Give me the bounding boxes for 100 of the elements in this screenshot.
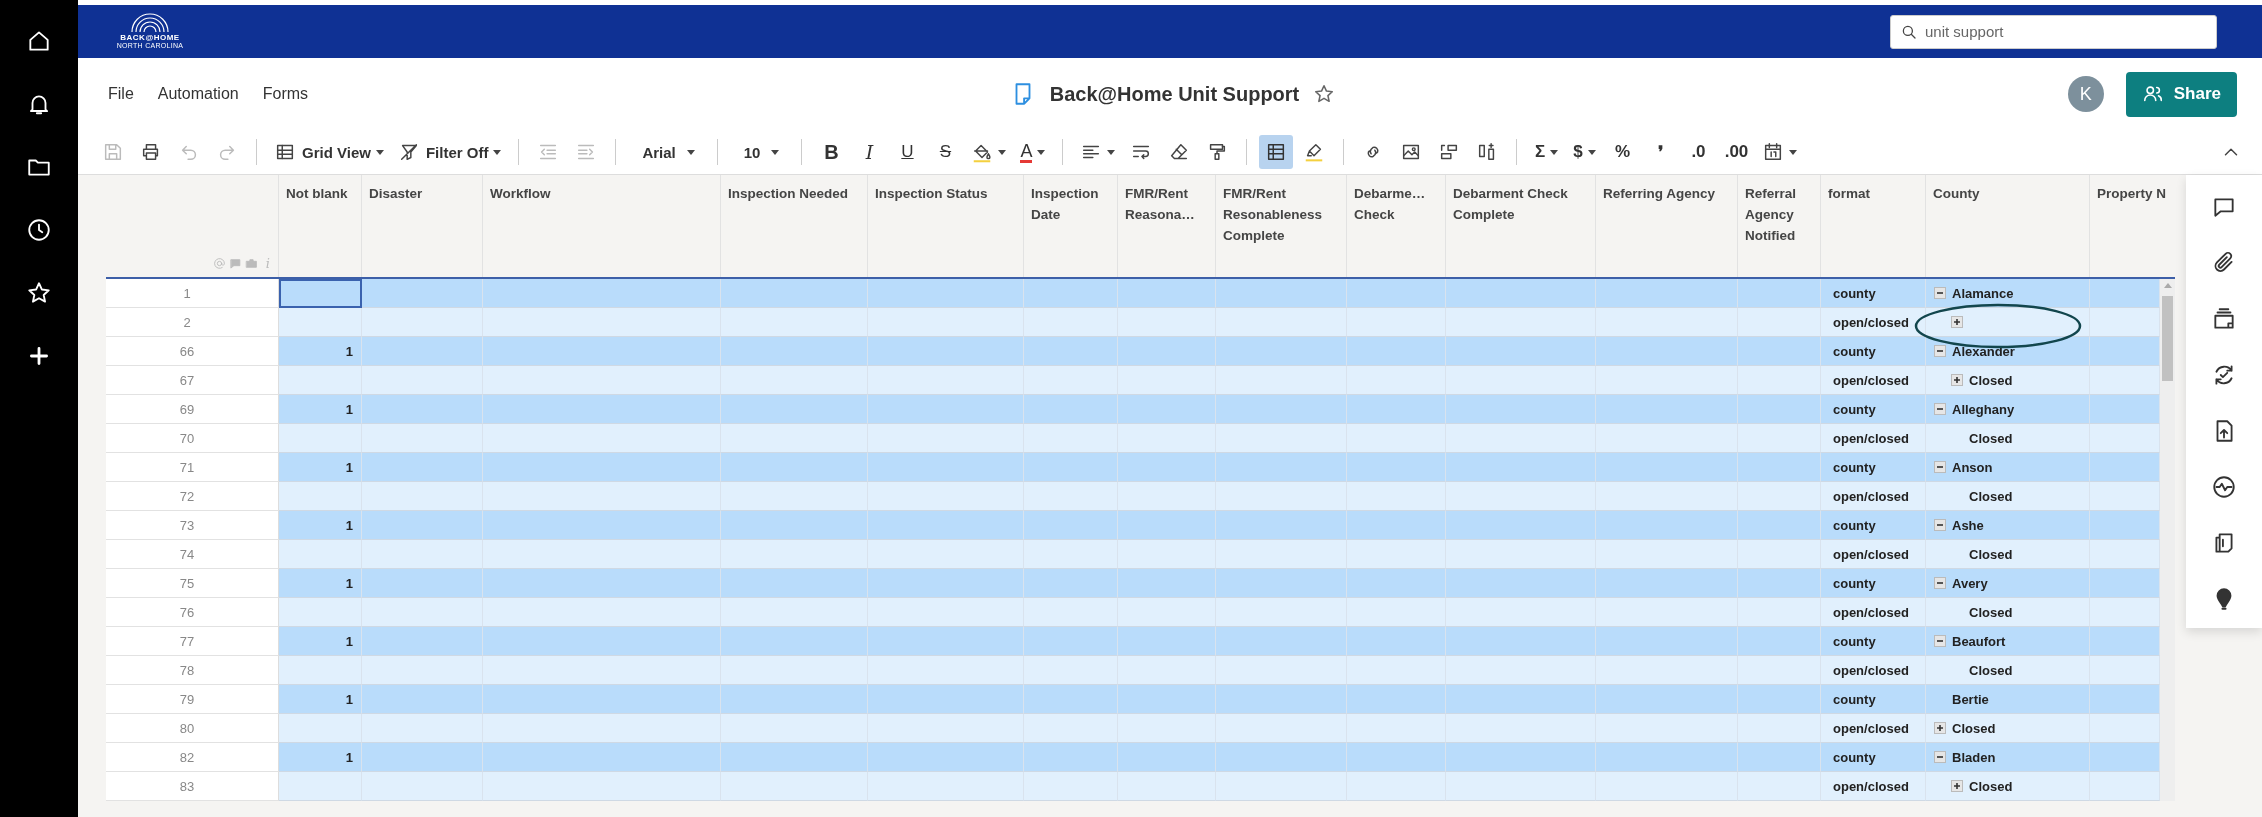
row-number[interactable]: 80 [179, 720, 195, 736]
font-dropdown[interactable]: Arial [628, 135, 705, 169]
table-cell[interactable]: open/closed [1821, 598, 1926, 627]
row-number[interactable]: 83 [179, 778, 195, 794]
row-number[interactable]: 73 [179, 517, 195, 533]
collapse-icon[interactable] [1934, 345, 1946, 357]
expand-icon[interactable] [1951, 780, 1963, 792]
collapse-icon[interactable] [1934, 519, 1946, 531]
column-header[interactable]: FMR/Rent Resonableness Complete [1223, 183, 1339, 246]
scrollbar[interactable] [2160, 279, 2175, 801]
function-dropdown[interactable]: $ [1567, 135, 1602, 169]
table-cell[interactable]: 1 [279, 395, 362, 424]
column-header[interactable]: FMR/Rent Reasona… [1125, 183, 1208, 225]
table-cell[interactable]: 1 [279, 743, 362, 772]
text-color-dropdown[interactable]: A [1015, 135, 1051, 169]
menu-item[interactable]: Automation [157, 85, 239, 103]
table-cell[interactable]: Closed [1926, 482, 2090, 511]
row-number[interactable]: 75 [179, 575, 195, 591]
table-cell[interactable]: county [1821, 337, 1926, 366]
table-cell[interactable]: Closed [1926, 540, 2090, 569]
table-cell[interactable]: county [1821, 743, 1926, 772]
table-cell[interactable]: open/closed [1821, 540, 1926, 569]
row-number[interactable]: 76 [179, 604, 195, 620]
row-number[interactable]: 77 [179, 633, 195, 649]
row-number[interactable]: 70 [179, 430, 195, 446]
collapse-icon[interactable] [1934, 287, 1946, 299]
underline-button[interactable]: U [890, 135, 925, 169]
expand-icon[interactable] [1934, 722, 1946, 734]
row-number[interactable]: 78 [179, 662, 195, 678]
table-cell[interactable]: Closed [1926, 772, 2090, 801]
menu-item[interactable]: File [108, 85, 134, 103]
table-cell[interactable]: 1 [279, 337, 362, 366]
table-cell[interactable]: Alamance [1926, 279, 2090, 308]
comma-button[interactable]: ❜ [1643, 135, 1678, 169]
expand-icon[interactable] [1951, 374, 1963, 386]
table-cell[interactable]: Closed [1926, 424, 2090, 453]
table-cell[interactable]: 1 [279, 511, 362, 540]
grid-view-dropdown[interactable]: Grid View [269, 135, 389, 169]
collapse-icon[interactable] [1934, 461, 1946, 473]
expand-icon[interactable] [1951, 316, 1963, 328]
row-number[interactable]: 67 [179, 372, 195, 388]
row-number[interactable]: 72 [179, 488, 195, 504]
table-cell[interactable]: open/closed [1821, 366, 1926, 395]
bold-button[interactable]: B [814, 135, 849, 169]
search-field[interactable]: unit support [1890, 14, 2217, 49]
column-header[interactable]: Workflow [490, 183, 713, 204]
table-cell[interactable]: county [1821, 279, 1926, 308]
collapse-icon[interactable] [1934, 635, 1946, 647]
stack-icon[interactable] [2211, 306, 2237, 332]
table-cell[interactable]: open/closed [1821, 714, 1926, 743]
row-number[interactable]: 79 [179, 691, 195, 707]
percent-button[interactable]: % [1605, 135, 1640, 169]
column-header[interactable]: Not blank [286, 183, 354, 204]
table-cell[interactable] [279, 279, 362, 308]
table-cell[interactable]: Alleghany [1926, 395, 2090, 424]
strikethrough-button[interactable]: S [928, 135, 963, 169]
italic-button[interactable]: I [852, 135, 887, 169]
row-number[interactable]: 69 [179, 401, 195, 417]
function-dropdown[interactable]: Σ [1529, 135, 1564, 169]
table-cell[interactable]: Closed [1926, 714, 2090, 743]
row-number[interactable]: 66 [179, 343, 195, 359]
table-cell[interactable]: Closed [1926, 366, 2090, 395]
collapse-icon[interactable] [1934, 751, 1946, 763]
star-icon[interactable] [1313, 83, 1336, 105]
column-header[interactable]: format [1828, 183, 1918, 204]
table-cell[interactable]: county [1821, 569, 1926, 598]
table-cell[interactable]: Beaufort [1926, 627, 2090, 656]
row-number[interactable]: 1 [183, 285, 191, 301]
star-icon[interactable] [26, 280, 52, 306]
font-size-dropdown[interactable]: 10 [729, 135, 790, 169]
table-cell[interactable]: county [1821, 685, 1926, 714]
table-cell[interactable]: open/closed [1821, 656, 1926, 685]
table-cell[interactable]: 1 [279, 569, 362, 598]
table-cell[interactable]: county [1821, 627, 1926, 656]
row-number[interactable]: 71 [179, 459, 195, 475]
collapse-icon[interactable] [1934, 403, 1946, 415]
table-cell[interactable]: open/closed [1821, 482, 1926, 511]
column-header[interactable]: Inspection Status [875, 183, 1016, 204]
table-cell[interactable]: Avery [1926, 569, 2090, 598]
table-cell[interactable]: Closed [1926, 598, 2090, 627]
table-cell[interactable]: open/closed [1821, 424, 1926, 453]
column-header[interactable]: Debarment Check Complete [1453, 183, 1588, 225]
table-cell[interactable]: Closed [1926, 656, 2090, 685]
table-cell[interactable]: Bertie [1926, 685, 2090, 714]
table-cell[interactable]: 1 [279, 453, 362, 482]
table-cell[interactable]: open/closed [1821, 772, 1926, 801]
table-cell[interactable]: Bladen [1926, 743, 2090, 772]
column-header[interactable]: Referral Agency Notified [1745, 183, 1813, 246]
decrease-decimal-button[interactable]: .0 [1681, 135, 1716, 169]
collapse-icon[interactable] [1934, 577, 1946, 589]
table-cell[interactable]: Ashe [1926, 511, 2090, 540]
clock-icon[interactable] [26, 217, 52, 243]
gridlines-button[interactable] [1259, 135, 1294, 169]
activity-icon[interactable] [2211, 474, 2237, 500]
share-button[interactable]: Share [2125, 71, 2237, 117]
table-cell[interactable]: county [1821, 395, 1926, 424]
column-header[interactable]: Referring Agency [1603, 183, 1730, 204]
column-header[interactable]: Inspection Date [1031, 183, 1110, 225]
column-header[interactable]: Property N [2097, 183, 2168, 204]
table-cell[interactable]: open/closed [1821, 308, 1926, 337]
